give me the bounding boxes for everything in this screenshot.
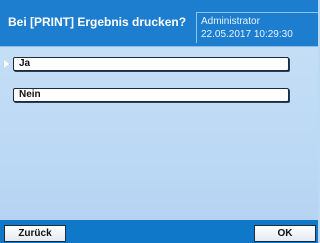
user-name: Administrator <box>201 16 260 27</box>
datetime: 22.05.2017 10:29:30 <box>201 29 293 40</box>
option-ja[interactable]: Ja <box>13 57 289 71</box>
user-info-panel: Administrator 22.05.2017 10:29:30 <box>196 12 318 43</box>
back-button[interactable]: Zurück <box>4 225 66 242</box>
header-bar: Bei [PRINT] Ergebnis drucken? Administra… <box>0 0 318 47</box>
selection-arrow-icon <box>4 60 9 68</box>
dialog-title: Bei [PRINT] Ergebnis drucken? <box>8 15 187 29</box>
dialog-screen: Bei [PRINT] Ergebnis drucken? Administra… <box>0 0 318 243</box>
option-nein[interactable]: Nein <box>13 88 289 102</box>
ok-button[interactable]: OK <box>254 225 316 242</box>
